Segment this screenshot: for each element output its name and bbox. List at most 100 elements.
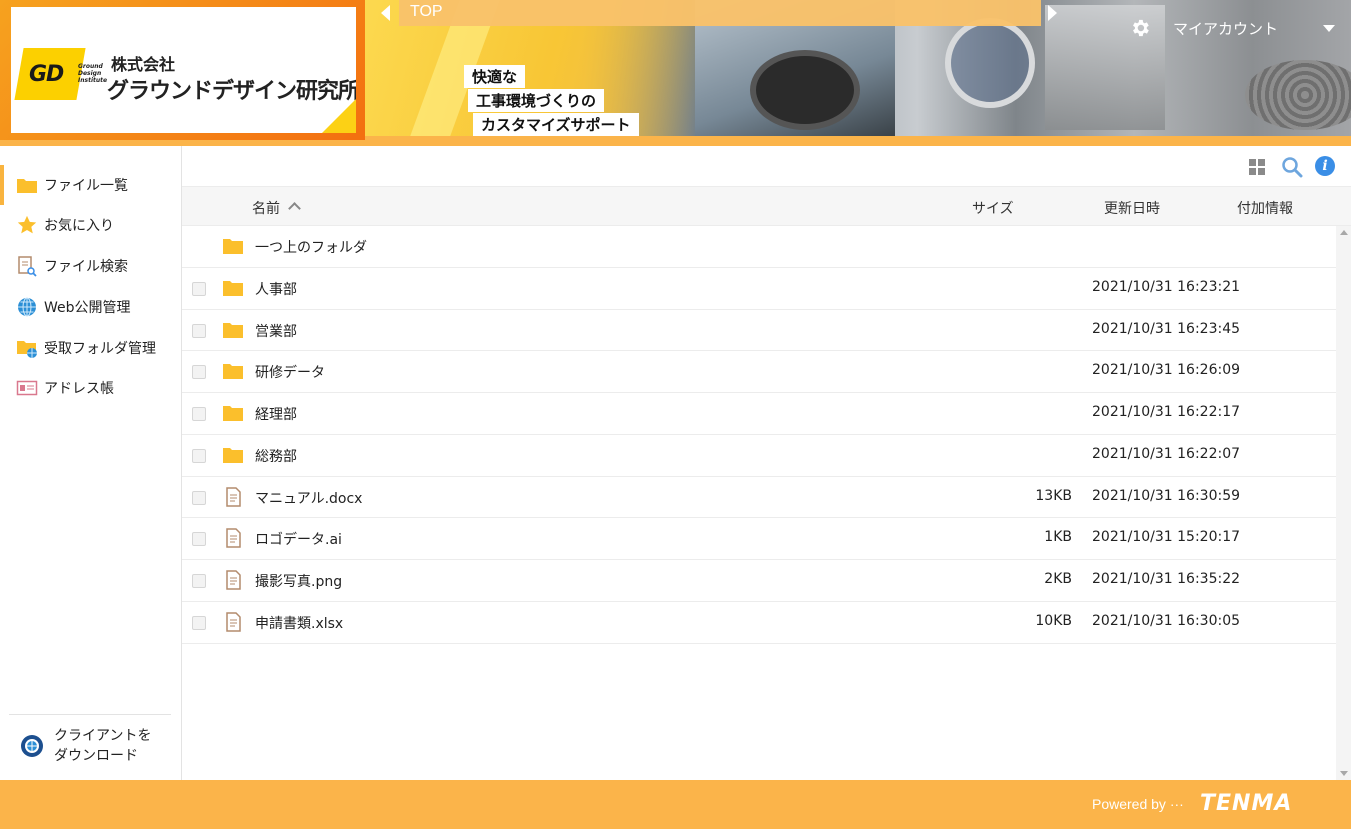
sidebar: ファイル一覧 お気に入り ファイル検索 Web公開管理 受取フォルダ管理 アドレ… — [0, 146, 182, 780]
banner-tagline-2: 工事環境づくりの — [468, 89, 605, 112]
column-name[interactable]: 名前 — [252, 198, 280, 218]
sidebar-item-address-book[interactable]: アドレス帳 — [0, 368, 181, 408]
folder-globe-icon — [16, 337, 38, 359]
file-list: 一つ上のフォルダ 人事部 2021/10/31 16:23:21 営業部 202… — [182, 226, 1336, 644]
table-row[interactable]: 経理部 2021/10/31 16:22:17 — [182, 393, 1336, 435]
table-row[interactable]: 営業部 2021/10/31 16:23:45 — [182, 310, 1336, 352]
sidebar-item-file-list[interactable]: ファイル一覧 — [0, 165, 181, 205]
file-date: 2021/10/31 16:22:07 — [1092, 445, 1241, 462]
document-icon — [226, 528, 241, 548]
banner-tagline-3: カスタマイズサポート — [473, 113, 639, 136]
gd-logo-text: GD — [29, 62, 64, 87]
company-prefix: 株式会社 — [111, 55, 176, 74]
table-row[interactable]: 研修データ 2021/10/31 16:26:09 — [182, 351, 1336, 393]
table-row[interactable]: 申請書類.xlsx 10KB 2021/10/31 16:30:05 — [182, 602, 1336, 644]
table-row[interactable]: 総務部 2021/10/31 16:22:07 — [182, 435, 1336, 477]
file-browser: i 名前 サイズ 更新日時 付加情報 一つ上のフォルダ 人事部 2021/10/… — [182, 146, 1351, 780]
table-header: 名前 サイズ 更新日時 付加情報 — [182, 186, 1351, 226]
file-name: 研修データ — [255, 365, 325, 382]
folder-icon — [16, 174, 38, 196]
table-row[interactable]: 人事部 2021/10/31 16:23:21 — [182, 268, 1336, 310]
document-icon — [226, 486, 241, 507]
chevron-down-icon[interactable] — [1323, 25, 1335, 32]
sidebar-item-label: アドレス帳 — [44, 381, 114, 397]
row-checkbox[interactable] — [192, 574, 206, 588]
vertical-scrollbar[interactable] — [1336, 226, 1351, 780]
column-extra-info[interactable]: 付加情報 — [1237, 198, 1293, 218]
file-date: 2021/10/31 16:23:21 — [1092, 278, 1241, 295]
file-name: 営業部 — [255, 323, 297, 340]
table-row[interactable]: 撮影写真.png 2KB 2021/10/31 16:35:22 — [182, 560, 1336, 602]
gear-icon[interactable] — [1129, 17, 1151, 39]
folder-icon — [223, 447, 243, 463]
file-name: ロゴデータ.ai — [255, 532, 342, 549]
scroll-up-icon[interactable] — [1340, 230, 1348, 235]
sidebar-item-web-publish[interactable]: Web公開管理 — [0, 287, 181, 327]
file-size: 10KB — [1035, 612, 1072, 629]
row-checkbox[interactable] — [192, 407, 206, 421]
toolbar: i — [182, 146, 1351, 186]
client-download-link[interactable]: クライアントを ダウンロード — [20, 726, 151, 766]
row-checkbox[interactable] — [192, 490, 206, 505]
sidebar-item-receive-folder[interactable]: 受取フォルダ管理 — [0, 328, 181, 368]
folder-icon — [223, 280, 243, 296]
client-download-icon — [21, 735, 43, 757]
file-date: 2021/10/31 16:30:59 — [1092, 487, 1241, 504]
file-date: 2021/10/31 15:20:17 — [1092, 529, 1241, 546]
file-size: 2KB — [1044, 571, 1072, 587]
file-name: マニュアル.docx — [255, 490, 363, 507]
info-icon[interactable]: i — [1315, 156, 1335, 176]
folder-icon — [223, 322, 243, 338]
column-size[interactable]: サイズ — [972, 198, 1014, 218]
chevron-left-icon[interactable] — [381, 5, 390, 21]
globe-icon — [16, 296, 38, 318]
file-name: 撮影写真.png — [255, 574, 343, 590]
column-updated-date[interactable]: 更新日時 — [1104, 198, 1160, 218]
file-name: 総務部 — [255, 448, 297, 465]
chevron-right-icon[interactable] — [1048, 5, 1057, 21]
row-checkbox[interactable] — [192, 281, 206, 296]
row-checkbox[interactable] — [192, 323, 206, 338]
row-checkbox[interactable] — [192, 448, 206, 463]
grid-view-icon[interactable] — [1248, 158, 1266, 176]
tenma-logo: TENMA — [1200, 791, 1293, 816]
sidebar-divider — [9, 714, 171, 715]
company-name: グラウンドデザイン研究所 — [107, 79, 356, 104]
file-size: 1KB — [1044, 529, 1072, 546]
file-date: 2021/10/31 16:30:05 — [1092, 612, 1241, 629]
sidebar-item-label: ファイル一覧 — [44, 178, 128, 194]
gd-logo-subtext: Ground Design Institute — [78, 63, 108, 84]
document-icon — [226, 570, 241, 590]
row-checkbox[interactable] — [192, 615, 206, 630]
search-icon[interactable] — [1281, 156, 1303, 178]
table-row[interactable]: ロゴデータ.ai 1KB 2021/10/31 15:20:17 — [182, 518, 1336, 560]
file-name: 申請書類.xlsx — [255, 615, 344, 632]
file-size: 13KB — [1035, 487, 1072, 504]
logo-corner-accent — [322, 99, 356, 133]
table-row[interactable]: マニュアル.docx 13KB 2021/10/31 16:30:59 — [182, 477, 1336, 519]
logo-frame: GD Ground Design Institute 株式会社 グラウンドデザイ… — [0, 0, 365, 140]
breadcrumb-bar — [399, 0, 1041, 26]
file-name: 一つ上のフォルダ — [255, 240, 367, 256]
folder-icon — [223, 239, 243, 254]
my-account-menu[interactable]: マイアカウント — [1173, 18, 1278, 39]
banner-tagline-1: 快適な — [464, 65, 526, 88]
breadcrumb-top[interactable]: TOP — [410, 3, 443, 21]
company-logo[interactable]: GD Ground Design Institute 株式会社 グラウンドデザイ… — [11, 7, 356, 133]
row-checkbox[interactable] — [192, 365, 206, 380]
sort-ascending-icon[interactable] — [288, 202, 301, 215]
file-date: 2021/10/31 16:35:22 — [1092, 571, 1241, 587]
sidebar-item-favorites[interactable]: お気に入り — [0, 205, 181, 245]
sidebar-item-file-search[interactable]: ファイル検索 — [0, 246, 181, 286]
file-date: 2021/10/31 16:26:09 — [1092, 362, 1241, 379]
file-date: 2021/10/31 16:23:45 — [1092, 320, 1241, 337]
scroll-down-icon[interactable] — [1340, 771, 1348, 776]
app-header: GD Ground Design Institute 株式会社 グラウンドデザイ… — [0, 0, 1351, 146]
file-date: 2021/10/31 16:22:17 — [1092, 404, 1241, 420]
file-search-icon — [16, 255, 38, 277]
row-checkbox[interactable] — [192, 532, 206, 547]
sidebar-item-label: ファイル検索 — [44, 259, 128, 275]
parent-folder-row[interactable]: 一つ上のフォルダ — [182, 226, 1336, 268]
folder-icon — [223, 406, 243, 421]
document-icon — [226, 612, 241, 632]
